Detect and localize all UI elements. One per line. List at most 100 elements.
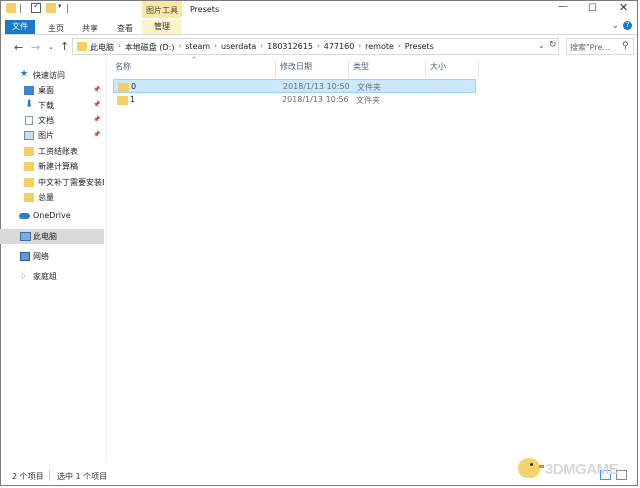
desktop-icon xyxy=(24,86,34,95)
sidebar-item-downloads[interactable]: ⬇ 下载 📌 xyxy=(0,98,104,113)
breadcrumb-this-pc[interactable]: 此电脑 xyxy=(90,42,114,53)
chevron-right-icon[interactable]: › xyxy=(118,42,121,53)
network-icon xyxy=(20,252,30,261)
sidebar-item-onedrive[interactable]: OneDrive xyxy=(0,209,104,224)
sidebar-item-label: 图片 xyxy=(38,131,54,140)
pane-splitter[interactable] xyxy=(106,58,107,463)
sidebar-item-label: 中文补丁需要安装E xyxy=(38,178,104,187)
chevron-right-icon[interactable]: › xyxy=(358,42,361,53)
pin-icon[interactable]: 📌 xyxy=(93,116,100,123)
sidebar-item-label: 总量 xyxy=(38,193,54,202)
sidebar-item-label: 文档 xyxy=(38,116,54,125)
column-header-date-modified[interactable]: 修改日期 xyxy=(277,60,349,77)
help-icon[interactable]: ? xyxy=(623,21,632,30)
cloud-icon xyxy=(19,213,30,219)
folder-icon xyxy=(24,162,34,171)
watermark-mascot-eye xyxy=(530,463,533,466)
folder-icon xyxy=(24,193,34,202)
sidebar-item-folder[interactable]: 工资结账表 xyxy=(0,144,104,159)
address-history-dropdown[interactable]: ⌄ xyxy=(538,41,545,50)
breadcrumb-user-id[interactable]: 180312615 xyxy=(267,42,313,53)
tab-view[interactable]: 查看 xyxy=(117,23,133,34)
toolbar-divider xyxy=(67,4,68,13)
sidebar-item-network[interactable]: 网络 xyxy=(0,249,104,264)
file-name: 1 xyxy=(130,95,136,104)
maximize-button[interactable]: ☐ xyxy=(588,3,597,14)
chevron-right-icon[interactable]: › xyxy=(398,42,401,53)
folder-icon xyxy=(77,42,87,51)
breadcrumb-steam[interactable]: steam xyxy=(185,42,210,53)
breadcrumb-remote[interactable]: remote xyxy=(365,42,394,53)
sidebar-item-label: 网络 xyxy=(33,252,49,261)
column-header-size[interactable]: 大小 xyxy=(427,60,479,77)
customize-toolbar-dropdown[interactable]: ▾ xyxy=(58,2,62,10)
expand-ribbon-icon[interactable]: ⌄ xyxy=(612,21,619,30)
chevron-right-icon[interactable]: › xyxy=(178,42,181,53)
table-row[interactable]: 1 2018/1/13 10:56 文件夹 xyxy=(113,93,476,107)
sidebar-item-label: 工资结账表 xyxy=(38,147,78,156)
forward-button[interactable]: → xyxy=(31,41,40,54)
folder-icon xyxy=(118,83,129,92)
sidebar-item-homegroup[interactable]: ⁘ 家庭组 xyxy=(0,269,104,284)
breadcrumb-local-disk-d[interactable]: 本地磁盘 (D:) xyxy=(125,42,175,53)
file-type: 文件夹 xyxy=(357,83,381,92)
minimize-button[interactable]: — xyxy=(558,1,568,12)
toolbar-divider xyxy=(20,4,21,13)
properties-icon[interactable] xyxy=(31,1,41,13)
sidebar-item-this-pc[interactable]: 此电脑 xyxy=(0,229,104,244)
watermark-mascot-icon xyxy=(518,458,540,478)
sidebar-item-quick-access[interactable]: ★ 快速访问 xyxy=(0,68,104,83)
folder-icon xyxy=(24,178,34,187)
folder-icon[interactable] xyxy=(6,3,16,13)
sidebar-item-folder[interactable]: 总量 xyxy=(0,190,104,205)
sidebar-item-documents[interactable]: 文档 📌 xyxy=(0,113,104,128)
sidebar-item-label: 新建计算稿 xyxy=(38,162,78,171)
tab-file[interactable]: 文件 xyxy=(5,20,35,34)
back-button[interactable]: ← xyxy=(14,41,23,54)
search-icon[interactable]: ⚲ xyxy=(622,41,629,51)
search-placeholder: 搜索"Pre... xyxy=(570,43,611,52)
file-modified: 2018/1/13 10:50 xyxy=(283,82,350,91)
sidebar-item-folder[interactable]: 新建计算稿 xyxy=(0,159,104,174)
sidebar-item-label: 下载 xyxy=(38,101,54,110)
context-tab-group-label: 图片工具 xyxy=(146,6,178,15)
tab-share[interactable]: 共享 xyxy=(82,23,98,34)
chevron-right-icon[interactable]: › xyxy=(260,42,263,53)
table-row[interactable]: 0 2018/1/13 10:50 文件夹 xyxy=(113,79,476,93)
breadcrumb-presets[interactable]: Presets xyxy=(405,42,434,53)
breadcrumb: 此电脑 › 本地磁盘 (D:) › steam › userdata › 1803126… xyxy=(90,42,434,53)
pin-icon[interactable]: 📌 xyxy=(93,131,100,138)
documents-icon xyxy=(25,116,33,125)
refresh-icon[interactable]: ↻ xyxy=(549,40,557,50)
breadcrumb-app-id[interactable]: 477160 xyxy=(324,42,355,53)
close-button[interactable]: ✕ xyxy=(619,1,628,14)
sidebar-item-label: 桌面 xyxy=(38,86,54,95)
tab-home[interactable]: 主页 xyxy=(48,23,64,34)
column-header-type[interactable]: 类型 xyxy=(350,60,426,77)
pin-icon[interactable]: 📌 xyxy=(93,86,100,93)
tab-manage[interactable]: 管理 xyxy=(142,20,182,34)
watermark-mascot-beak xyxy=(539,465,544,468)
sidebar-item-pictures[interactable]: 图片 📌 xyxy=(0,128,104,143)
computer-icon xyxy=(20,232,31,241)
status-divider xyxy=(49,470,50,481)
recent-locations-dropdown[interactable]: ⌄ xyxy=(48,43,54,51)
sidebar-item-desktop[interactable]: 桌面 📌 xyxy=(0,83,104,98)
pictures-icon xyxy=(24,131,34,140)
chevron-right-icon[interactable]: › xyxy=(214,42,217,53)
status-item-count: 2 个项目 xyxy=(12,472,44,481)
sidebar-item-label: 家庭组 xyxy=(33,272,57,281)
sidebar-item-folder[interactable]: 中文补丁需要安装E xyxy=(0,175,104,190)
download-icon: ⬇ xyxy=(25,99,34,110)
column-header-name[interactable]: 名称 xyxy=(112,60,276,77)
new-folder-icon[interactable] xyxy=(46,3,56,13)
sidebar-item-label: 此电脑 xyxy=(33,232,57,241)
title-bar xyxy=(1,1,637,18)
pin-icon[interactable]: 📌 xyxy=(93,101,100,108)
up-button[interactable]: ↑ xyxy=(60,40,69,53)
status-selection-count: 选中 1 个项目 xyxy=(57,472,108,481)
chevron-right-icon[interactable]: › xyxy=(317,42,320,53)
file-modified: 2018/1/13 10:56 xyxy=(282,95,349,104)
file-name: 0 xyxy=(131,82,137,91)
breadcrumb-userdata[interactable]: userdata xyxy=(221,42,256,53)
